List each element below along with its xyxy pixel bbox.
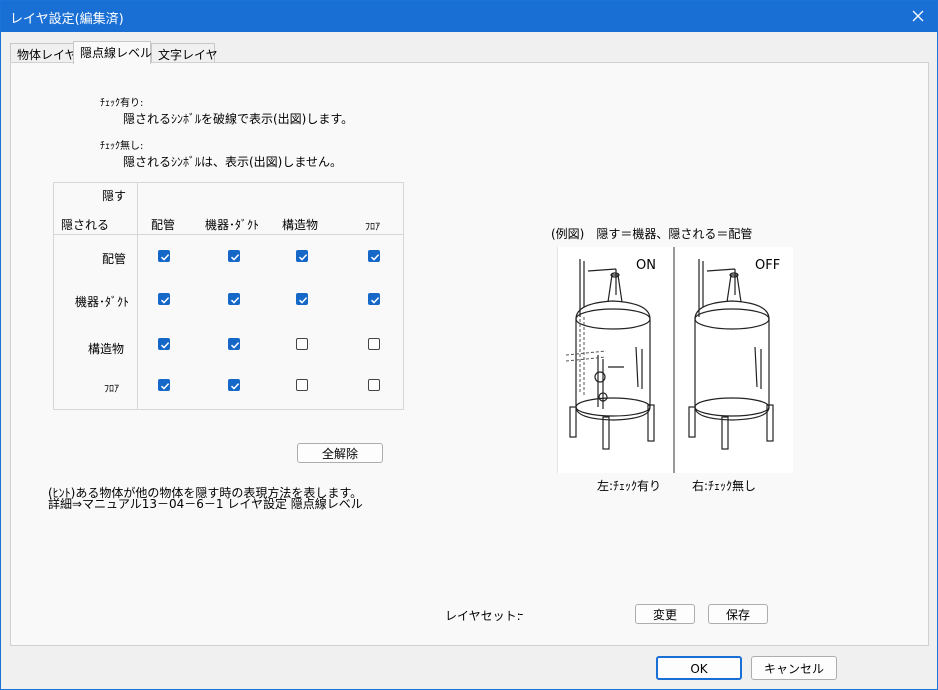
check-icon xyxy=(230,383,240,390)
tab-object-layer[interactable]: 物体レイヤ xyxy=(10,43,77,63)
checkbox-1-2[interactable] xyxy=(228,250,240,262)
checkbox-2-3[interactable] xyxy=(296,293,308,305)
check-icon xyxy=(160,297,170,304)
check-icon xyxy=(160,383,170,390)
checkbox-1-3[interactable] xyxy=(296,250,308,262)
tab-text-layer[interactable]: 文字レイヤ xyxy=(151,43,218,63)
window-title: レイヤ設定(編集済) xyxy=(10,12,124,27)
checked-heading: ﾁｪｯｸ有り: xyxy=(100,98,144,109)
checkbox-1-1[interactable] xyxy=(158,250,170,262)
column-header: 機器･ﾀﾞｸﾄ xyxy=(205,218,260,232)
column-header: ﾌﾛｱ xyxy=(365,222,380,233)
checkbox-4-4[interactable] xyxy=(368,379,380,391)
checkbox-4-2[interactable] xyxy=(228,379,240,391)
tab-panel: ﾁｪｯｸ有り: 隠されるｼﾝﾎﾞﾙを破線で表示(出図)します。 ﾁｪｯｸ無し: … xyxy=(10,62,929,646)
check-icon xyxy=(370,297,380,304)
unchecked-description: 隠されるｼﾝﾎﾞﾙは、表示(出図)しません。 xyxy=(123,155,343,169)
on-label: ON xyxy=(636,258,656,273)
row-header: 機器･ﾀﾞｸﾄ xyxy=(75,295,130,309)
checkbox-3-4[interactable] xyxy=(368,338,380,350)
check-icon xyxy=(230,254,240,261)
checkbox-3-2[interactable] xyxy=(228,338,240,350)
layerset-value: - xyxy=(519,607,524,621)
example-caption: (例図) 隠す＝機器、隠される＝配管 xyxy=(551,227,753,241)
check-icon xyxy=(298,254,308,261)
hide-axis-label: 隠す xyxy=(102,189,127,203)
close-button[interactable] xyxy=(905,4,931,28)
column-header: 配管 xyxy=(151,218,176,232)
example-image: ON OFF xyxy=(557,247,793,473)
checkbox-1-4[interactable] xyxy=(368,250,380,262)
save-button[interactable]: 保存 xyxy=(708,604,768,624)
checkbox-2-4[interactable] xyxy=(368,293,380,305)
title-bar: レイヤ設定(編集済) xyxy=(1,1,937,32)
right-caption: 右:ﾁｪｯｸ無し xyxy=(692,479,757,493)
check-icon xyxy=(298,297,308,304)
hidden-axis-label: 隠される xyxy=(61,218,110,232)
ok-button[interactable]: OK xyxy=(656,656,742,680)
column-header: 構造物 xyxy=(282,218,319,232)
check-icon xyxy=(230,297,240,304)
row-header: 配管 xyxy=(102,252,127,266)
tank-illustration-on: ON xyxy=(565,258,656,450)
checkbox-3-3[interactable] xyxy=(296,338,308,350)
left-caption: 左:ﾁｪｯｸ有り xyxy=(597,479,662,493)
layerset-label: レイヤセット: xyxy=(445,609,521,623)
close-icon xyxy=(912,10,924,22)
tank-illustration-off: OFF xyxy=(688,258,780,450)
check-icon xyxy=(370,254,380,261)
change-button[interactable]: 変更 xyxy=(635,604,695,624)
off-label: OFF xyxy=(755,258,780,273)
cancel-button[interactable]: キャンセル xyxy=(751,656,837,680)
hint-line-2: 詳細⇒マニュアル13－04－6－1 レイヤ設定 隠点線レベル xyxy=(48,497,363,511)
row-header: 構造物 xyxy=(88,342,125,356)
check-icon xyxy=(230,342,240,349)
tab-hidden-line-level[interactable]: 隠点線レベル xyxy=(73,41,152,64)
checkbox-4-1[interactable] xyxy=(158,379,170,391)
checked-description: 隠されるｼﾝﾎﾞﾙを破線で表示(出図)します。 xyxy=(123,112,354,126)
check-icon xyxy=(160,254,170,261)
checkbox-2-2[interactable] xyxy=(228,293,240,305)
matrix-divider xyxy=(137,183,138,409)
checkbox-3-1[interactable] xyxy=(158,338,170,350)
matrix-divider xyxy=(54,234,403,235)
hide-matrix: 隠す 隠される 配管 機器･ﾀﾞｸﾄ 構造物 ﾌﾛｱ 配管 機器･ﾀﾞｸﾄ 構造… xyxy=(53,182,404,410)
unchecked-heading: ﾁｪｯｸ無し: xyxy=(100,141,144,152)
checkbox-2-1[interactable] xyxy=(158,293,170,305)
footer-bar: OK キャンセル xyxy=(1,647,937,689)
dialog-window: レイヤ設定(編集済) 物体レイヤ 隠点線レベル 文字レイヤ ﾁｪｯｸ有り: 隠さ… xyxy=(0,0,938,690)
checkbox-4-3[interactable] xyxy=(296,379,308,391)
row-header: ﾌﾛｱ xyxy=(104,384,119,395)
check-icon xyxy=(160,342,170,349)
clear-all-button[interactable]: 全解除 xyxy=(297,443,383,463)
